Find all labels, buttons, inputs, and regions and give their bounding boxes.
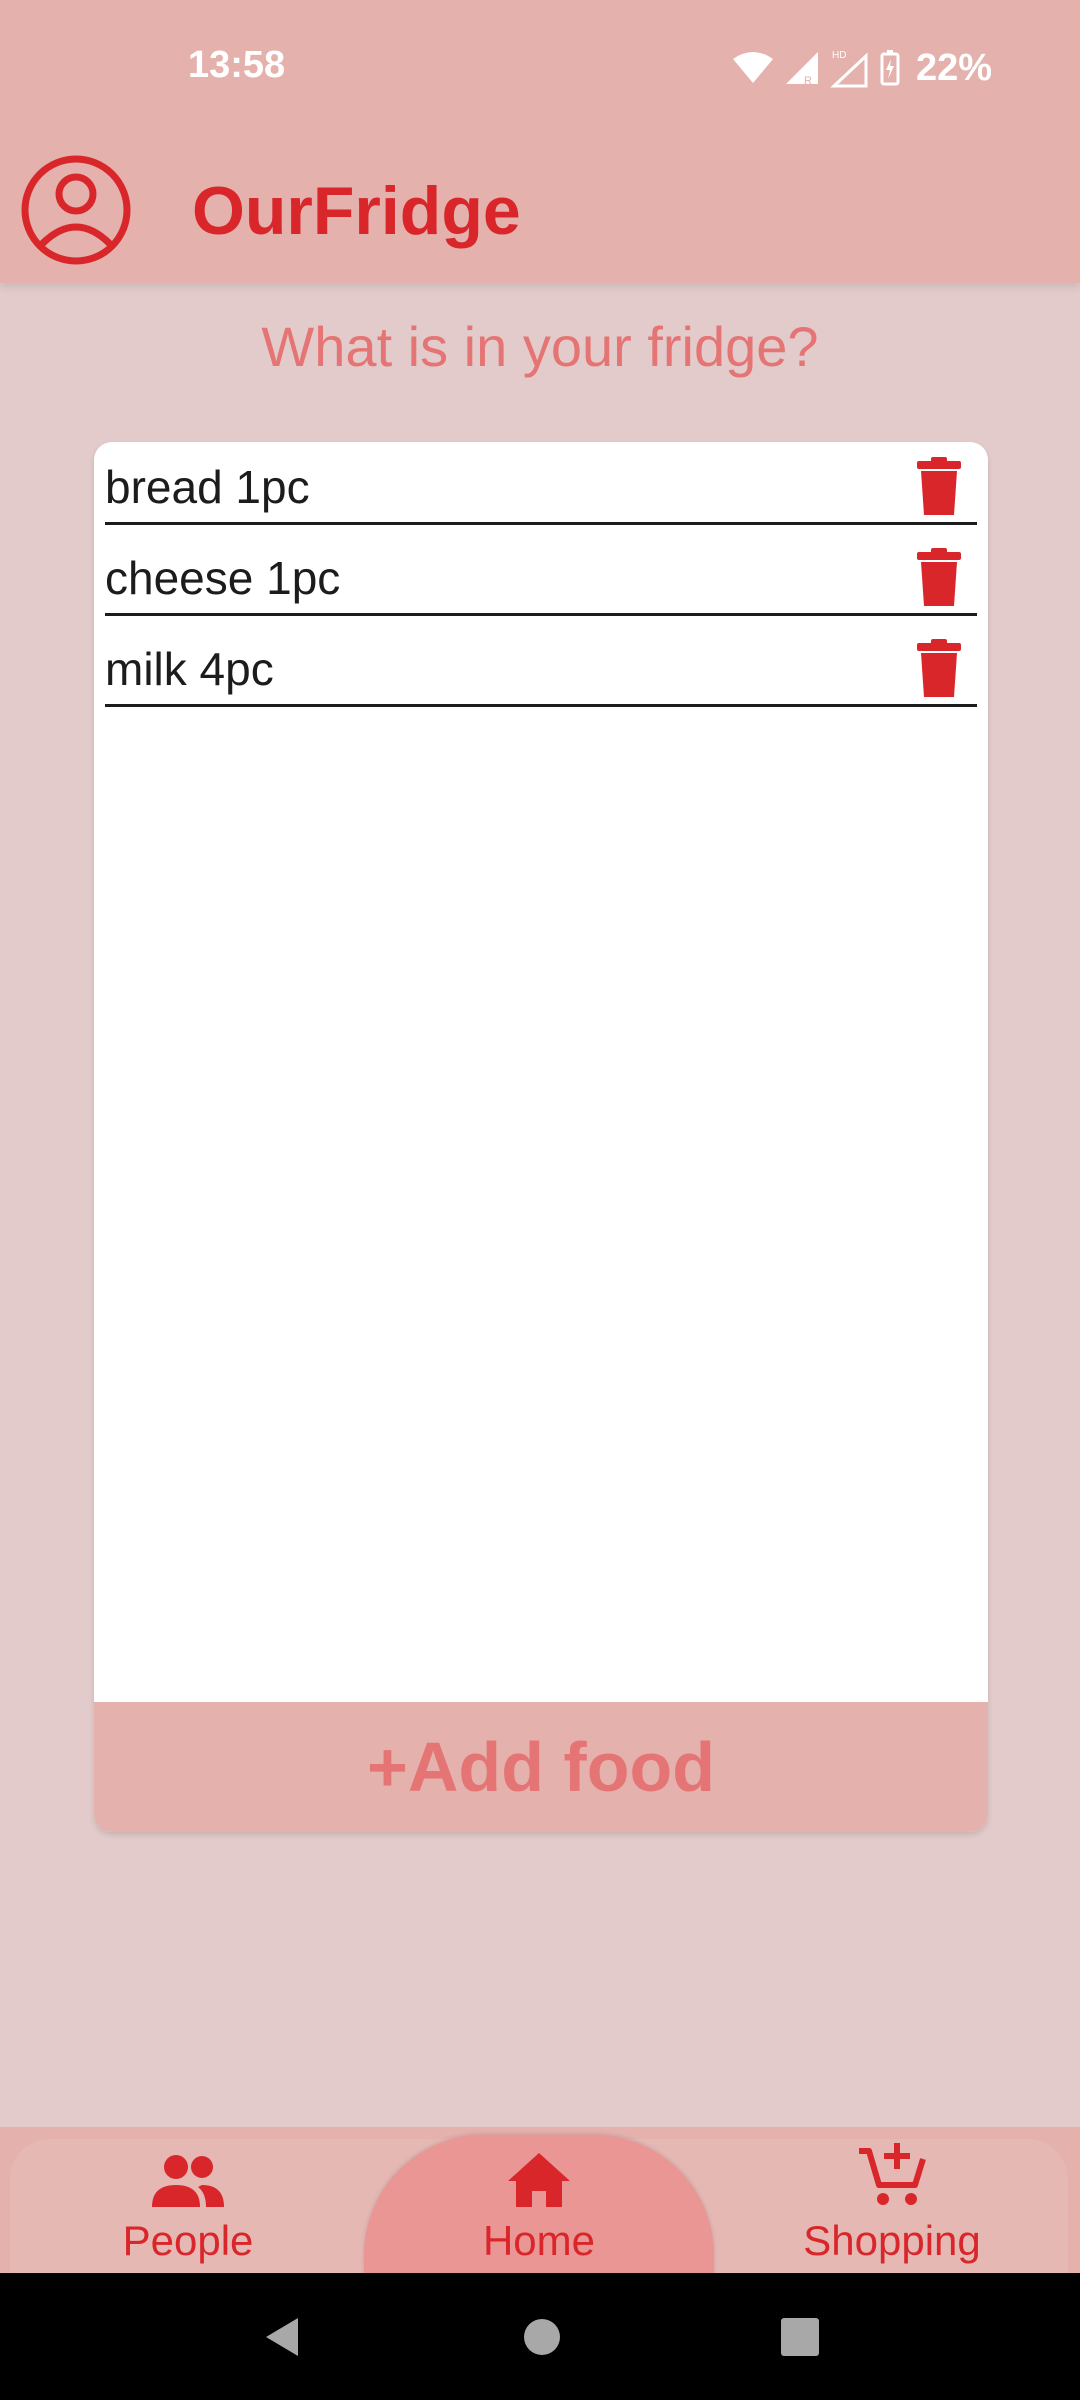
app-title: OurFridge [192, 173, 521, 249]
list-item[interactable]: cheese 1pc [105, 543, 977, 616]
nav-item-shopping[interactable]: Shopping [722, 2127, 1062, 2273]
system-home-button[interactable] [482, 2273, 602, 2400]
item-label: cheese 1pc [105, 552, 341, 604]
nav-label-shopping: Shopping [803, 2217, 981, 2264]
svg-text:HD: HD [832, 50, 846, 61]
bottom-navigation: People Home Shopping [0, 2127, 1080, 2273]
add-food-button[interactable]: +Add food [94, 1702, 988, 1832]
nav-label-people: People [122, 2217, 254, 2264]
home-icon [508, 2153, 570, 2207]
system-back-button[interactable] [222, 2273, 342, 2400]
system-recents-button[interactable] [740, 2273, 860, 2400]
battery-percent: 22% [915, 46, 992, 89]
system-navigation-bar [0, 2273, 1080, 2400]
cart-add-icon [859, 2143, 926, 2205]
profile-button[interactable] [20, 154, 132, 266]
list-item[interactable]: bread 1pc [105, 452, 977, 525]
page-headline: What is in your fridge? [261, 315, 819, 378]
nav-item-home[interactable]: Home [364, 2135, 714, 2273]
wifi-icon [732, 52, 773, 83]
battery-charging-icon [880, 50, 900, 86]
trash-icon[interactable] [913, 548, 965, 608]
top-app-bar: 13:58 R HD 22% OurFridge [0, 0, 1080, 283]
signal-hd-icon: HD [830, 50, 868, 88]
item-label: bread 1pc [105, 461, 310, 513]
nav-label-home: Home [482, 2217, 596, 2264]
svg-text:R: R [804, 75, 812, 86]
home-circle-icon [524, 2318, 560, 2355]
account-circle-icon [21, 155, 131, 265]
fridge-list-card: bread 1pc cheese 1pc milk 4pc +Add food [94, 442, 988, 1832]
nav-item-people[interactable]: People [18, 2127, 358, 2273]
trash-icon[interactable] [913, 639, 965, 699]
status-time: 13:58 [188, 44, 286, 86]
list-item[interactable]: milk 4pc [105, 634, 977, 707]
status-icons: R HD 22% [732, 44, 992, 92]
people-icon [152, 2155, 224, 2207]
item-label: milk 4pc [105, 643, 274, 695]
recents-square-icon [781, 2317, 819, 2356]
back-triangle-icon [266, 2317, 298, 2356]
trash-icon[interactable] [913, 457, 965, 517]
signal-icon: R [785, 52, 818, 86]
